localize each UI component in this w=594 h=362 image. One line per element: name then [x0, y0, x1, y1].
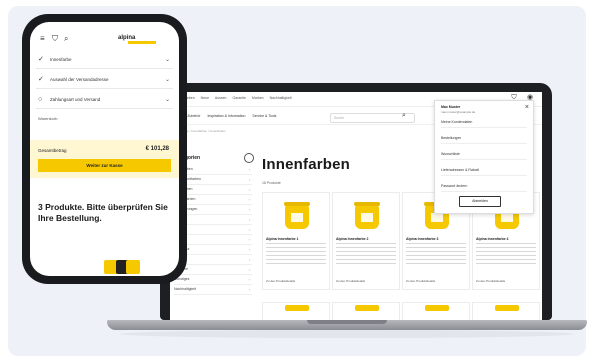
- paint-bucket-image: [284, 202, 310, 229]
- chevron-down-icon: ›: [248, 237, 250, 242]
- category-link[interactable]: Inspiration & Information: [207, 114, 245, 118]
- checkout-step-label: Zahlungsart und Versand: [50, 97, 101, 102]
- sidebar-row[interactable]: Sonstiges ›: [174, 275, 252, 285]
- product-link[interactable]: Zu den Produktdetails: [336, 279, 365, 283]
- check-icon: ✓: [38, 76, 44, 83]
- checkout-step-label: Auswahl der Versandadresse: [50, 77, 109, 82]
- chevron-down-icon: ⌄: [164, 77, 170, 83]
- checkout-step[interactable]: ✓ Innenfarbe ⌄: [36, 52, 173, 69]
- cart-icon[interactable]: ⛉: [52, 35, 58, 43]
- chevron-down-icon: ›: [248, 247, 250, 252]
- top-nav-item[interactable]: Nachhaltigkeit: [270, 96, 292, 100]
- chevron-down-icon: ›: [248, 227, 250, 232]
- phone-header: ≡ ⛉ ⌕ alpina: [30, 22, 179, 46]
- paint-bucket-image: [355, 305, 379, 311]
- paint-cans-image: [104, 258, 140, 274]
- close-icon[interactable]: [244, 153, 254, 163]
- product-card[interactable]: [332, 302, 400, 320]
- order-total-label: Gesamtbetrag: [38, 148, 67, 153]
- top-nav-item[interactable]: Neue: [201, 96, 209, 100]
- product-description: [266, 243, 326, 265]
- chevron-down-icon: ⌄: [164, 57, 170, 63]
- account-dropdown: Max Muster max.muster@example.de × Meine…: [434, 100, 534, 214]
- search-icon[interactable]: ⌕: [64, 35, 68, 43]
- page-title: Innenfarben: [262, 156, 351, 173]
- checkout-button[interactable]: Weiter zur Kasse: [38, 159, 171, 172]
- top-nav-item[interactable]: Marken: [252, 96, 264, 100]
- result-count: 18 Produkte: [262, 181, 281, 185]
- category-links: Farbe & Zubehör Inspiration & Informatio…: [174, 114, 282, 118]
- top-nav-links: Innenfarben Neue Aussen Garantie Marken …: [176, 96, 297, 100]
- product-description: [406, 243, 466, 265]
- chevron-down-icon: ›: [248, 197, 250, 202]
- top-nav-item[interactable]: Aussen: [215, 96, 227, 100]
- paint-can: [126, 260, 140, 274]
- laptop-screen: Innenfarben Neue Aussen Garantie Marken …: [170, 92, 542, 320]
- laptop-shadow: [120, 330, 574, 338]
- product-description: [476, 243, 536, 265]
- brand-logo-bar: [128, 41, 156, 44]
- product-card[interactable]: [402, 302, 470, 320]
- chevron-down-icon: ›: [248, 187, 250, 192]
- cart-message: 3 Produkte. Bitte überprüfen Sie Ihre Be…: [38, 202, 168, 223]
- category-link[interactable]: Service & Tools: [252, 114, 276, 118]
- sidebar-row-label: Nachhaltigkeit: [174, 287, 196, 291]
- chevron-down-icon: ›: [248, 287, 250, 292]
- paint-bucket-image: [354, 202, 380, 229]
- checkout-step-label: Innenfarbe: [50, 57, 72, 62]
- account-menu-item[interactable]: Passwort ändern: [441, 181, 527, 192]
- product-name: Alpina Innenfarbe 1: [266, 237, 299, 241]
- close-icon[interactable]: ×: [525, 104, 529, 112]
- account-user-name: Max Muster: [441, 105, 461, 109]
- paint-bucket-image: [285, 305, 309, 311]
- chevron-down-icon: ›: [248, 207, 250, 212]
- product-link[interactable]: Zu den Produktdetails: [266, 279, 295, 283]
- top-nav-item[interactable]: Garantie: [233, 96, 246, 100]
- product-card[interactable]: [472, 302, 540, 320]
- sidebar-row[interactable]: Nachhaltigkeit ›: [174, 285, 252, 295]
- chevron-down-icon: ›: [248, 167, 250, 172]
- chevron-down-icon: ›: [248, 267, 250, 272]
- check-icon: ✓: [38, 56, 44, 63]
- order-total-amount: € 101,28: [145, 146, 169, 152]
- chevron-down-icon: ›: [248, 177, 250, 182]
- sidebar-row[interactable]: Farbtöne›: [174, 265, 252, 275]
- account-menu-item[interactable]: Bestellungen: [441, 133, 527, 144]
- product-description: [336, 243, 396, 265]
- cart-note: Warenkorb: [38, 116, 58, 121]
- account-menu-item[interactable]: Lieferadressen & Rabatt: [441, 165, 527, 176]
- product-link[interactable]: Zu den Produktdetails: [476, 279, 505, 283]
- logout-button[interactable]: Abmelden: [459, 196, 501, 207]
- hamburger-icon[interactable]: ≡: [40, 35, 45, 43]
- product-card[interactable]: [262, 302, 330, 320]
- marketing-stage: Innenfarben Neue Aussen Garantie Marken …: [0, 0, 594, 362]
- paint-bucket-image: [425, 305, 449, 311]
- account-email: max.muster@example.de: [441, 110, 476, 114]
- product-card[interactable]: Alpina Innenfarbe 2 Zu den Produktdetail…: [332, 192, 400, 290]
- account-menu-item[interactable]: Meine Kundendaten: [441, 117, 527, 128]
- checkout-step[interactable]: ✓ Auswahl der Versandadresse ⌄: [36, 72, 173, 89]
- chevron-down-icon: ›: [248, 257, 250, 262]
- chevron-down-icon: ›: [248, 217, 250, 222]
- laptop-notch: [307, 320, 387, 324]
- account-menu-item[interactable]: Wunschliste: [441, 149, 527, 160]
- paint-bucket-image: [495, 305, 519, 311]
- chevron-down-icon: ›: [248, 277, 250, 282]
- radio-icon: ○: [38, 96, 43, 103]
- product-name: Alpina Innenfarbe 2: [336, 237, 369, 241]
- product-card[interactable]: Alpina Innenfarbe 1 Zu den Produktdetail…: [262, 192, 330, 290]
- product-name: Alpina Innenfarbe 4: [476, 237, 509, 241]
- chevron-down-icon: ⌄: [164, 97, 170, 103]
- product-name: Alpina Innenfarbe 3: [406, 237, 439, 241]
- search-icon[interactable]: ⌕: [402, 112, 406, 120]
- checkout-step[interactable]: ○ Zahlungsart und Versand ⌄: [36, 92, 173, 109]
- phone-screen: ≡ ⛉ ⌕ alpina ✓ Innenfarbe ⌄ ✓ Auswahl de…: [30, 22, 179, 276]
- product-link[interactable]: Zu den Produktdetails: [406, 279, 435, 283]
